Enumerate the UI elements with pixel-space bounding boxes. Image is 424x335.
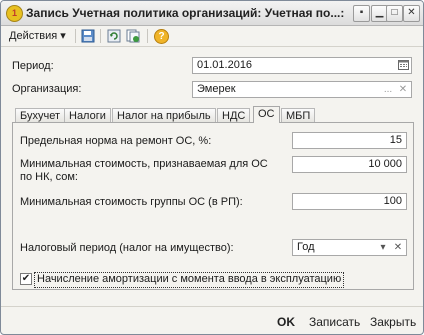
toolbar: Действия ▾ ?	[1, 26, 423, 47]
close-window-button[interactable]: ✕	[403, 5, 420, 22]
tab-os[interactable]: ОС	[253, 106, 280, 123]
tab-profit-tax[interactable]: Налог на прибыль	[112, 108, 216, 123]
min-cost-label-line2: по НК, сом:	[20, 171, 78, 183]
period-value: 01.01.2016	[197, 59, 253, 71]
record-window: 1 Запись Учетная политика организаций: У…	[0, 0, 424, 335]
ok-button[interactable]: OK	[277, 315, 295, 329]
min-cost-label-line1: Минимальная стоимость, признаваемая для …	[20, 158, 268, 170]
window-title: Запись Учетная политика организаций: Уче…	[26, 6, 345, 20]
period-label: Период:	[12, 60, 54, 72]
organization-label: Организация:	[12, 83, 82, 95]
period-field[interactable]: 01.01.2016	[192, 57, 412, 74]
tax-period-value: Год	[297, 241, 315, 253]
tab-nds[interactable]: НДС	[217, 108, 251, 123]
help-icon[interactable]: ?	[154, 29, 169, 44]
calendar-icon[interactable]	[396, 59, 410, 73]
clear-icon[interactable]: ✕	[391, 241, 405, 255]
organization-value: Эмерек	[197, 83, 236, 95]
repair-norm-input[interactable]: 15	[292, 132, 407, 149]
app-logo-icon: 1	[6, 5, 23, 22]
organization-field[interactable]: Эмерек ... ✕	[192, 81, 412, 98]
tax-period-select[interactable]: Год ▾ ✕	[292, 239, 407, 256]
min-group-cost-label: Минимальная стоимость группы ОС (в РП):	[20, 196, 243, 208]
bottom-bar: OK Записать Закрыть	[1, 306, 423, 334]
tax-period-label: Налоговый период (налог на имущество):	[20, 242, 234, 254]
depreciation-label[interactable]: Начисление амортизации с момента ввода в…	[34, 272, 345, 288]
close-button[interactable]: Закрыть	[370, 315, 416, 329]
window-menu-button[interactable]: ▪	[353, 5, 370, 22]
save-button[interactable]: Записать	[309, 315, 360, 329]
tab-mbp[interactable]: МБП	[281, 108, 316, 123]
tab-buhuchet[interactable]: Бухучет	[15, 108, 65, 123]
select-ellipsis-button[interactable]: ...	[381, 83, 395, 97]
chevron-down-icon[interactable]: ▾	[376, 241, 390, 255]
min-cost-input[interactable]: 10 000	[292, 156, 407, 173]
save-copy-icon[interactable]	[81, 29, 95, 43]
toolbar-separator	[75, 29, 76, 43]
title-bar[interactable]: 1 Запись Учетная политика организаций: У…	[1, 1, 423, 26]
depreciation-checkbox[interactable]: ✔	[20, 273, 32, 285]
actions-label: Действия	[9, 30, 58, 42]
new-copy-icon[interactable]	[126, 29, 140, 43]
repair-norm-label: Предельная норма на ремонт ОС, %:	[20, 135, 212, 147]
min-group-cost-input[interactable]: 100	[292, 193, 407, 210]
refresh-icon[interactable]	[107, 29, 121, 43]
toolbar-separator	[100, 29, 101, 43]
toolbar-separator	[147, 29, 148, 43]
tab-nalogi[interactable]: Налоги	[64, 108, 111, 123]
clear-icon[interactable]: ✕	[396, 83, 410, 97]
chevron-down-icon: ▾	[60, 30, 66, 42]
maximize-button[interactable]: □	[386, 5, 403, 22]
actions-menu-button[interactable]: Действия ▾	[6, 28, 69, 44]
